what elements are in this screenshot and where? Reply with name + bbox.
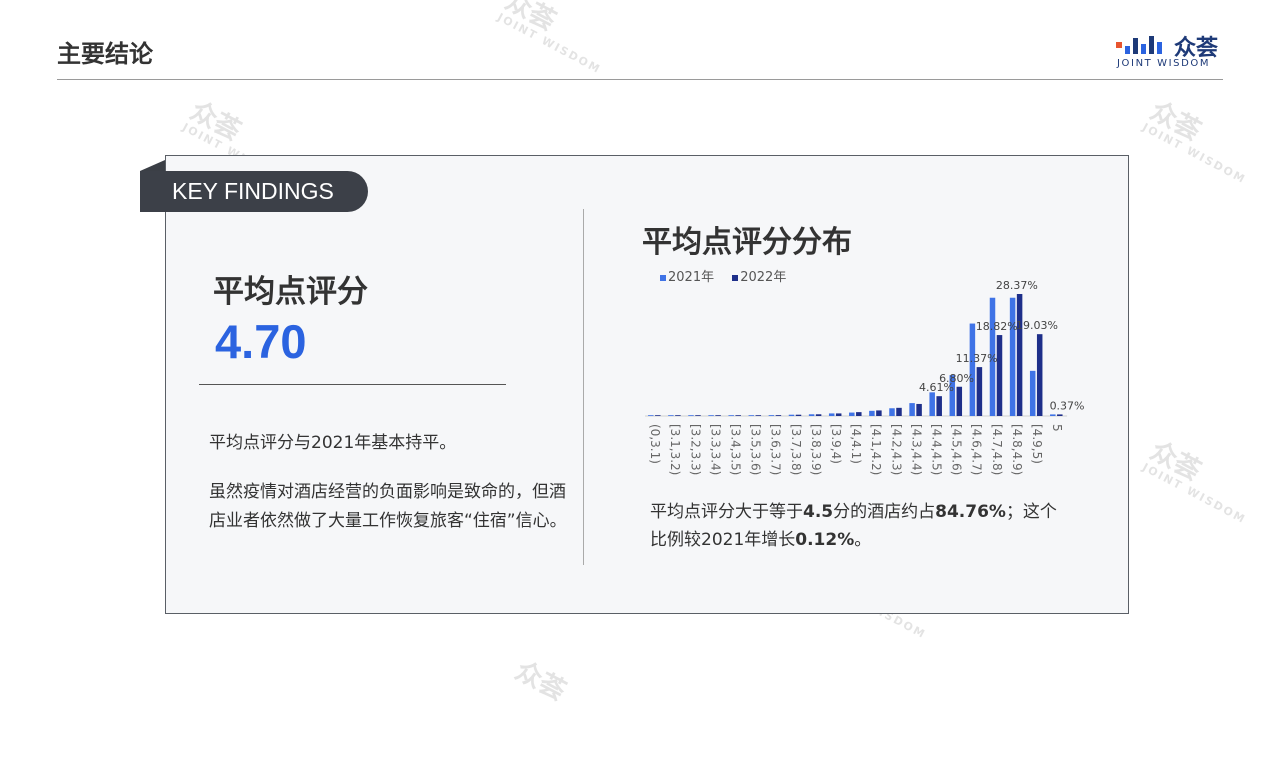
chart-summary: 平均点评分大于等于4.5分的酒店约占84.76%；这个比例较2021年增长0.1…	[650, 498, 1070, 554]
bar-2022	[876, 410, 882, 416]
x-tick-label: (0,3.1)	[648, 424, 662, 464]
bar-2021	[668, 415, 674, 416]
x-tick-label: [4,4.1)	[849, 424, 863, 464]
bar-2021	[748, 415, 755, 416]
bar-2022	[1057, 414, 1063, 416]
bar-2021	[969, 323, 976, 416]
x-tick-label: [4.1,4.2)	[869, 424, 883, 475]
bar-2022	[815, 414, 822, 416]
bar-2022	[1036, 334, 1043, 416]
x-tick-label: [4.7,4.8)	[990, 424, 1004, 475]
bar-2022	[695, 415, 701, 416]
x-tick-label: [4.4,4.5)	[929, 424, 943, 475]
summary-bold-3: 0.12%	[795, 530, 855, 550]
x-tick-label: [3.5,3.6)	[749, 424, 763, 475]
bar-2022	[916, 403, 922, 416]
bar-2022	[996, 335, 1003, 416]
data-label: 11.37%	[956, 352, 998, 365]
summary-text-4: 。	[854, 530, 872, 550]
bar-2022	[976, 367, 983, 416]
data-label: 28.37%	[996, 279, 1038, 292]
bar-2021	[788, 414, 795, 416]
summary-bold-2: 84.76%	[935, 502, 1006, 522]
x-tick-label: [4.8,4.9)	[1010, 424, 1024, 475]
bar-2021	[768, 415, 775, 416]
bar-2022	[835, 413, 842, 416]
x-tick-label: [3.6,3.7)	[769, 424, 783, 475]
score-distribution-chart: (0,3.1) [3.1,3.2) [3.2,3.3) [3.3,3.4) [3.4,3…	[645, 279, 1085, 475]
x-tick-label: [3.7,3.8)	[789, 424, 803, 475]
summary-bold-1: 4.5	[803, 502, 834, 522]
bar-2021	[728, 415, 734, 416]
x-tick-label: [4.9,5)	[1030, 424, 1044, 464]
bar-2022	[755, 415, 762, 416]
bar-2021	[808, 414, 815, 416]
bar-2022	[1016, 294, 1023, 416]
bar-2021	[828, 413, 835, 416]
bar-2022	[856, 412, 862, 416]
x-tick-label: [3.8,3.9)	[809, 424, 823, 475]
x-tick-label: [3.9,4)	[829, 424, 843, 464]
bar-2021	[889, 408, 895, 416]
x-tick-label: [3.3,3.4)	[708, 424, 722, 475]
x-tick-label: [3.4,3.5)	[728, 424, 742, 475]
bar-2021	[1029, 370, 1036, 416]
bar-2021	[909, 403, 915, 416]
bar-2022	[956, 386, 963, 416]
data-label: 0.37%	[1050, 399, 1085, 412]
bar-2021	[708, 415, 714, 416]
bar-2021	[648, 415, 654, 416]
bar-2022	[715, 415, 721, 416]
bar-2022	[735, 415, 741, 416]
data-label: 6.80%	[939, 372, 974, 385]
x-tick-label: [4.6,4.7)	[970, 424, 984, 475]
bar-2022	[775, 415, 782, 416]
bar-2022	[795, 414, 802, 416]
bar-2021	[929, 392, 935, 416]
x-tick-label: [3.2,3.3)	[688, 424, 702, 475]
bar-2021	[849, 412, 855, 416]
x-tick-label: 5	[1050, 424, 1064, 432]
bar-2022	[936, 396, 942, 416]
summary-text-1: 平均点评分大于等于	[650, 502, 803, 522]
x-tick-label: [4.5,4.6)	[950, 424, 964, 475]
summary-text-2: 分的酒店约占	[833, 502, 936, 522]
x-tick-label: [4.3,4.4)	[909, 424, 923, 475]
bar-2021	[688, 415, 694, 416]
bar-2021	[1009, 297, 1016, 416]
data-label: 19.03%	[1016, 319, 1058, 332]
bar-2022	[655, 415, 661, 416]
bar-2021	[869, 410, 875, 416]
bar-2022	[896, 407, 902, 416]
bar-2021	[1050, 414, 1056, 416]
data-label: 18.82%	[976, 320, 1018, 333]
x-tick-label: [3.1,3.2)	[668, 424, 682, 475]
bar-2022	[675, 415, 681, 416]
x-tick-label: [4.2,4.3)	[889, 424, 903, 475]
